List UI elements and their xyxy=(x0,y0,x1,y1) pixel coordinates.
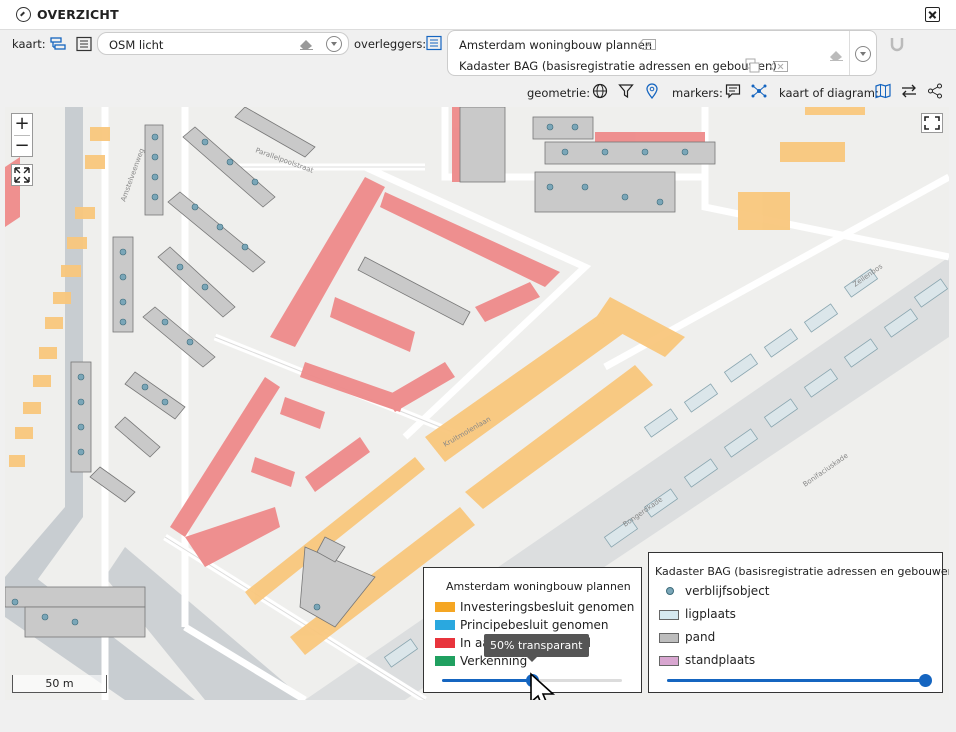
overlay-chip-bag: Kadaster BAG (basisregistratie adressen … xyxy=(459,59,777,73)
legend-item-principebesluit: Principebesluit genomen xyxy=(460,618,609,632)
magnet-icon[interactable] xyxy=(889,36,905,52)
zoom-to-extent-button[interactable] xyxy=(11,164,33,186)
eraser-icon[interactable] xyxy=(828,49,844,61)
overleggers-select[interactable]: Amsterdam woningbouw plannen Kadaster BA… xyxy=(447,30,877,76)
kaart-label: kaart: xyxy=(12,37,46,51)
network-icon[interactable] xyxy=(751,83,767,99)
legend-swatch-standplaats xyxy=(659,656,679,666)
filter-icon[interactable] xyxy=(618,83,634,99)
markers-label: markers: xyxy=(672,86,723,100)
legend-title: Amsterdam woningbouw plannen xyxy=(446,580,631,593)
map-icon[interactable] xyxy=(875,83,891,99)
eraser-icon[interactable] xyxy=(298,38,314,50)
title-bar: OVERZICHT xyxy=(0,0,956,30)
kaart-of-diagram-label: kaart of diagram: xyxy=(779,86,879,100)
overzicht-window: OVERZICHT kaart: OSM licht overleggers: xyxy=(0,0,956,732)
map-pin-icon[interactable] xyxy=(644,83,660,99)
expand-arrows-icon xyxy=(14,167,30,183)
overlay-list-icon[interactable] xyxy=(426,35,442,51)
globe-icon[interactable] xyxy=(592,83,608,99)
legend-item-ligplaats: ligplaats xyxy=(685,607,736,621)
geometrie-label: geometrie: xyxy=(527,86,591,100)
map-canvas[interactable]: Parallelpoolstraat Amstelveenweg Kruitmo… xyxy=(5,107,949,700)
fullscreen-icon xyxy=(924,116,940,130)
scale-bar: 50 m xyxy=(12,675,107,693)
zoom-control: + − xyxy=(11,113,33,157)
close-button[interactable] xyxy=(925,7,940,22)
transparency-slider[interactable] xyxy=(667,674,932,687)
legend-woningbouw: Amsterdam woningbouw plannen Investering… xyxy=(423,567,642,700)
legend-swatch-verkenning xyxy=(435,656,455,666)
overlay-chip-woningbouw: Amsterdam woningbouw plannen xyxy=(459,38,653,52)
legend-swatch-principebesluit xyxy=(435,620,455,630)
divider xyxy=(849,31,850,75)
legend-swatch-pand xyxy=(659,633,679,643)
legend-bag: Kadaster BAG (basisregistratie adressen … xyxy=(648,552,949,693)
swap-icon[interactable] xyxy=(901,83,917,99)
kaart-dropdown-button[interactable] xyxy=(326,36,342,52)
zoom-in-button[interactable]: + xyxy=(12,114,32,135)
overleggers-label: overleggers: xyxy=(354,37,427,51)
kaart-value: OSM licht xyxy=(109,38,164,52)
legend-item-standplaats: standplaats xyxy=(685,653,756,667)
legend-swatch-ligplaats xyxy=(659,610,679,620)
slider-handle[interactable] xyxy=(919,674,932,687)
overleggers-dropdown-button[interactable] xyxy=(855,46,871,62)
copy-icon[interactable] xyxy=(745,58,761,74)
legend-item-verblijfsobject: verblijfsobject xyxy=(685,584,770,598)
kaart-select[interactable]: OSM licht xyxy=(97,32,349,55)
zoom-out-button[interactable]: − xyxy=(12,136,32,157)
fullscreen-button[interactable] xyxy=(921,113,943,133)
legend-swatch-in-aanbouw xyxy=(435,638,455,648)
share-icon[interactable] xyxy=(927,83,943,99)
remove-chip-icon[interactable] xyxy=(770,61,788,72)
window-title: OVERZICHT xyxy=(37,7,119,22)
map-toolbar: kaart: OSM licht overleggers: Amsterdam … xyxy=(5,30,949,107)
slider-fill xyxy=(442,679,532,682)
slider-fill xyxy=(667,679,925,682)
transparency-tooltip: 50% transparant xyxy=(484,634,589,662)
comment-icon[interactable] xyxy=(725,83,741,99)
layers-settings-icon[interactable] xyxy=(50,36,66,52)
legend-item-pand: pand xyxy=(685,630,716,644)
legend-title: Kadaster BAG (basisregistratie adressen … xyxy=(655,565,949,578)
mouse-cursor-icon xyxy=(530,672,556,700)
legend-swatch-verblijfsobject xyxy=(666,587,674,595)
compass-icon xyxy=(16,7,31,22)
legend-item-investeringsbesluit: Investeringsbesluit genomen xyxy=(460,600,635,614)
legend-swatch-investeringsbesluit xyxy=(435,602,455,612)
remove-chip-icon[interactable] xyxy=(638,39,656,50)
list-icon[interactable] xyxy=(76,36,92,52)
